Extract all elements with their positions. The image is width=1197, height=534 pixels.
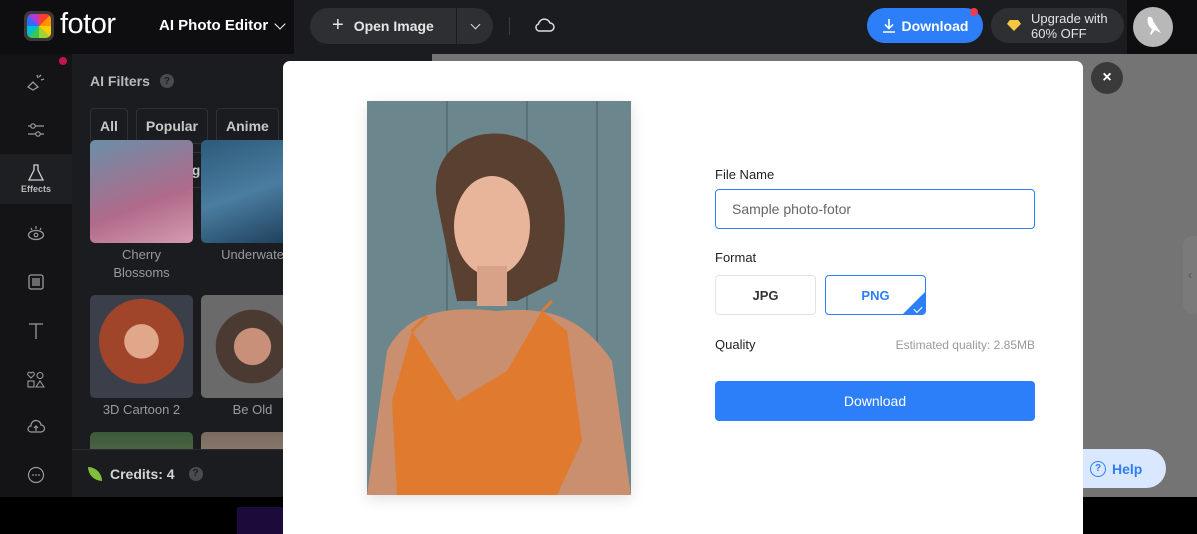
filter-thumb-be-old[interactable] [201, 295, 294, 398]
ai-filters-panel: AI Filters ? All Popular Anime C Portrai… [72, 54, 294, 497]
notification-dot [970, 8, 978, 16]
filter-thumb-3d-cartoon-2[interactable] [90, 295, 193, 398]
format-jpg[interactable]: JPG [715, 275, 816, 315]
upgrade-text-line2: 60% OFF [1031, 25, 1087, 41]
file-name-label: File Name [715, 167, 775, 182]
download-label: Download [901, 17, 969, 34]
bottom-banner [237, 507, 283, 534]
quality-label: Quality [715, 337, 756, 352]
open-image-label: Open Image [353, 18, 434, 34]
ai-magic-icon [26, 74, 45, 91]
estimated-size: Estimated quality: 2.85MB [895, 337, 1035, 352]
image-preview [367, 101, 631, 495]
quality-row: Quality Estimated quality: 2.85MB [715, 337, 1035, 352]
format-label: Format [715, 250, 757, 265]
fotor-logo-icon [24, 11, 54, 41]
open-image-dropdown[interactable] [457, 8, 493, 44]
rail-item-uploads[interactable] [0, 406, 72, 448]
text-icon [29, 323, 43, 339]
filter-category-row-1: All Popular Anime C [90, 108, 294, 144]
credits-count: Credits: 4 [110, 465, 175, 482]
upgrade-button[interactable]: Upgrade with 60% OFF [991, 8, 1124, 43]
frame-icon [28, 274, 44, 290]
help-button[interactable]: ? Help [1074, 449, 1166, 488]
rail-item-beauty[interactable] [0, 212, 72, 254]
more-icon [27, 466, 45, 484]
chip-anime[interactable]: Anime [216, 108, 279, 144]
filter-label: Underwate [221, 247, 284, 262]
product-label: AI Photo Editor [159, 17, 269, 34]
file-name-input[interactable]: Sample photo-fotor [715, 189, 1035, 229]
export-form: File Name Sample photo-fotor Format JPG … [715, 167, 1035, 421]
divider [509, 17, 510, 35]
elements-icon [27, 371, 45, 388]
rail-item-adjust[interactable] [0, 109, 72, 151]
help-icon[interactable]: ? [159, 74, 174, 88]
help-icon: ? [1090, 460, 1106, 477]
portrait-image [367, 101, 631, 495]
brand-name: fotor [60, 8, 116, 40]
download-icon [882, 19, 895, 33]
upgrade-text-line1: Upgrade with [1031, 10, 1108, 26]
close-icon: × [1102, 69, 1112, 86]
chevron-down-icon [274, 17, 286, 30]
rail-item-label: Effects [20, 184, 51, 194]
filter-thumb-cherry-blossoms[interactable] [90, 140, 193, 243]
tool-rail: Effects [0, 54, 72, 497]
bird-icon [1147, 16, 1161, 35]
upload-cloud-icon [27, 419, 46, 433]
effects-flask-icon [28, 164, 44, 181]
top-bar: fotor AI Photo Editor + Open Image Downl… [0, 0, 1197, 54]
diamond-icon [1007, 20, 1021, 31]
rail-item-effects[interactable]: Effects [0, 154, 72, 204]
collapse-panel-toggle[interactable]: ‹ [1183, 236, 1197, 314]
credits-bar: Credits: 4 ? [72, 449, 294, 497]
filter-label: 3D Cartoon 2 [102, 402, 181, 417]
panel-title: AI Filters [90, 73, 150, 89]
help-icon[interactable]: ? [188, 466, 203, 481]
fotor-logo[interactable]: fotor [24, 8, 116, 41]
filter-label: Be Old [232, 402, 273, 417]
product-menu[interactable]: AI Photo Editor [159, 17, 286, 34]
leaf-icon [88, 466, 102, 481]
plus-icon: + [332, 13, 344, 36]
rail-item-frames[interactable] [0, 261, 72, 303]
adjust-sliders-icon [28, 123, 44, 137]
download-button[interactable]: Download [867, 8, 983, 43]
close-dialog-button[interactable]: × [1091, 62, 1123, 94]
rail-item-more[interactable] [0, 454, 72, 496]
format-png[interactable]: PNG [825, 275, 926, 315]
help-label: Help [1112, 460, 1143, 477]
chip-all[interactable]: All [90, 108, 128, 144]
rail-item-ai-tools[interactable] [0, 62, 72, 104]
cloud-icon[interactable] [533, 16, 555, 39]
open-image-button[interactable]: + Open Image [310, 8, 457, 44]
format-options: JPG PNG [715, 275, 1035, 315]
chevron-down-icon [470, 19, 480, 29]
confirm-download-button[interactable]: Download [715, 381, 1035, 421]
filter-label: Cherry Blossoms [113, 247, 170, 280]
fotor-app: fotor AI Photo Editor + Open Image Downl… [0, 0, 1197, 534]
chip-popular[interactable]: Popular [135, 108, 209, 144]
open-image-group: + Open Image [310, 8, 493, 44]
rail-item-text[interactable] [0, 310, 72, 352]
rail-item-elements[interactable] [0, 359, 72, 401]
eye-beauty-icon [27, 226, 45, 241]
filter-thumb-underwater[interactable] [201, 140, 294, 243]
download-dialog: File Name Sample photo-fotor Format JPG … [283, 61, 1083, 534]
user-avatar[interactable] [1133, 7, 1173, 47]
